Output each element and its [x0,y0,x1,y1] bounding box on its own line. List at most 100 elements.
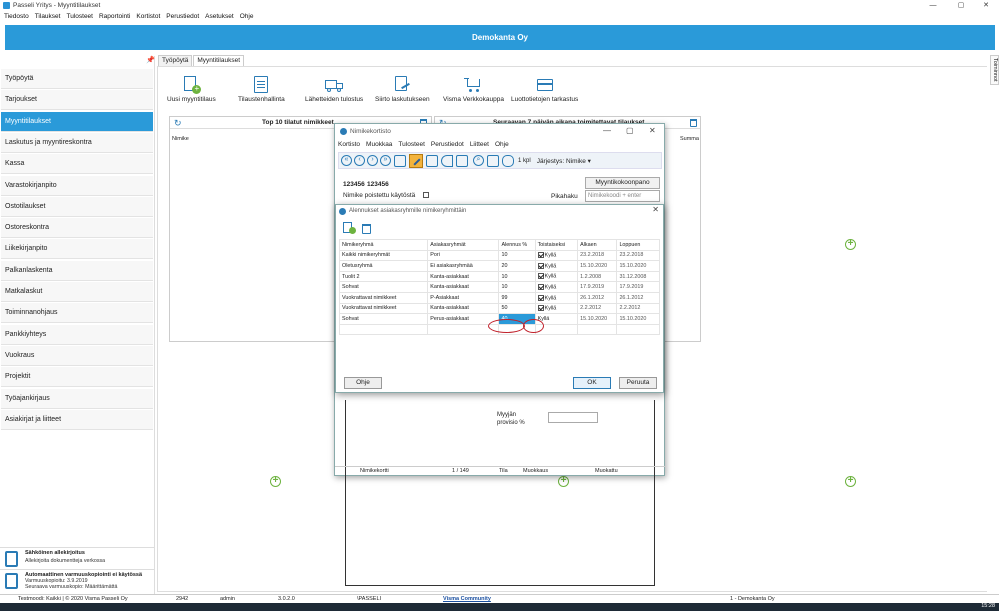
cell-end[interactable]: 15.10.2020 [616,313,660,325]
table-row[interactable]: Vuokrattavat nimikkeet Kanta-asiakkaat 50 K… [338,302,660,315]
minimize-button[interactable]: — [603,126,611,135]
cell-discount[interactable]: 20 [498,260,536,272]
menu-perustiedot[interactable]: Perustiedot [166,13,199,20]
sidebar-item[interactable]: Ostotilaukset [1,196,153,217]
webshop-button[interactable]: Visma Verkkokauppa [443,76,504,103]
sidebar-item[interactable]: Myyntitilaukset [1,111,153,132]
quicksearch-input[interactable]: Nimikekoodi + enter [585,190,660,202]
save-icon[interactable] [426,154,438,167]
sidebar-item[interactable]: Matkalaskut [1,282,153,302]
tab-tyopoyta[interactable]: Työpöytä [158,55,193,66]
column-header[interactable]: Nimikeryhmä [338,239,429,251]
previous-record-icon[interactable]: ‹ [354,155,365,166]
cell-end[interactable]: 2.2.2012 [616,302,660,315]
compose-button[interactable]: Myyntikokoonpano [585,177,660,189]
sidebar-item[interactable]: Projektit [1,367,153,388]
cell-start[interactable]: 17.9.2019 [577,281,618,293]
sidebar-item[interactable]: Palkanlaskenta [1,260,153,281]
menu-liitteet[interactable]: Liitteet [470,141,489,148]
cell-group[interactable]: Kaikki nimikeryhmät [338,249,429,262]
menu-raportointi[interactable]: Raportointi [99,13,130,20]
add-row-icon[interactable] [343,222,356,234]
backup-promo[interactable]: Automaattinen varmuuskopiointi ei käytös… [0,569,155,593]
cell-discount[interactable]: 50 [498,302,536,315]
cell-group[interactable]: Vuokrattavat nimikkeet [338,291,429,304]
print-deliveries-button[interactable]: Lähetteiden tulostus [305,76,363,103]
table-row[interactable]: Tuolit 2 Kanta-asiakkaat 10 Kyllä 1.2.2008 31… [338,270,660,283]
comment-icon[interactable] [487,154,499,167]
first-record-icon[interactable]: « [341,155,352,166]
cell-end[interactable]: 26.1.2012 [616,291,660,304]
empty-cell[interactable] [577,323,618,336]
menu-ohje[interactable]: Ohje [240,13,254,20]
undo-icon[interactable] [441,154,453,167]
attachment-icon[interactable] [502,154,514,167]
cell-discount[interactable]: 99 [498,291,536,304]
indefinite-cell[interactable]: Kyllä [534,281,579,293]
sidebar-item[interactable]: Pankkiyhteys [1,324,153,345]
add-widget-icon[interactable]: + [270,476,281,487]
cell-customer[interactable]: Kanta-asiakkaat [427,270,500,283]
e-signature-promo[interactable]: Sähköinen allekirjoitus Allekirjoita dok… [0,547,155,571]
sidebar-item[interactable]: Tarjoukset [1,90,153,111]
cell-group[interactable]: Sohvat [338,281,429,293]
pin-icon[interactable]: 📌 [146,56,155,64]
cell-start[interactable]: 23.2.2018 [577,249,618,262]
minimize-button[interactable]: — [922,0,944,11]
sidebar-item[interactable]: Liikekirjanpito [1,239,153,260]
side-tab-toiminnot[interactable]: Toiminnot [990,55,999,85]
cell-end[interactable]: 23.2.2018 [616,249,660,262]
cell-group[interactable]: Sohvat [338,313,429,325]
sidebar-item[interactable]: Toiminnanohjaus [1,303,153,324]
menu-tilaukset[interactable]: Tilaukset [35,13,61,20]
edit-icon[interactable] [409,153,423,168]
menu-tulosteet[interactable]: Tulosteet [66,13,93,20]
indefinite-checkbox[interactable] [537,252,544,259]
cell-discount[interactable]: 10 [498,281,536,293]
sidebar-item[interactable]: Työpöytä [1,69,153,89]
seller-commission-input[interactable] [548,412,598,423]
menu-muokkaa[interactable]: Muokkaa [366,141,392,148]
ok-button[interactable]: OK [573,377,611,389]
sidebar-item[interactable]: Kassa [1,154,153,175]
cell-start[interactable]: 15.10.2020 [577,260,618,272]
trash-icon[interactable] [690,119,697,127]
menu-kortisto[interactable]: Kortisto [338,141,360,148]
cancel-button[interactable]: Peruuta [619,377,657,389]
next-record-icon[interactable]: › [367,155,378,166]
new-order-button[interactable]: + Uusi myyntitilaus [167,76,216,103]
indefinite-checkbox[interactable] [537,262,544,269]
indefinite-checkbox[interactable] [537,305,544,312]
menu-tiedosto[interactable]: Tiedosto [4,13,29,20]
cell-group[interactable]: Oletusryhmä [338,260,429,272]
menu-ohje[interactable]: Ohje [495,141,509,148]
close-button[interactable]: ✕ [649,126,656,135]
order-management-button[interactable]: Tilaustenhallinta [238,76,285,103]
community-link[interactable]: Visma Community [443,596,491,602]
table-row[interactable]: Vuokrattavat nimikkeet P-Asiakkaat 99 Kyllä… [338,291,660,304]
add-widget-icon[interactable]: + [845,476,856,487]
refresh-icon[interactable]: ↻ [174,118,182,128]
cell-end[interactable]: 31.12.2008 [616,270,660,283]
column-header[interactable]: Loppuen [616,239,660,251]
column-header[interactable]: Asiakasryhmät [427,239,500,251]
column-header[interactable]: Alkaen [577,239,618,251]
tab-myyntitilaukset[interactable]: Myyntitilaukset [193,55,245,66]
cell-start[interactable]: 2.2.2012 [577,302,618,315]
sidebar-item[interactable]: Laskutus ja myyntireskontra [1,132,153,153]
close-button[interactable]: ✕ [975,0,997,11]
search-icon[interactable]: ⌕ [473,155,484,166]
credit-check-button[interactable]: Luottotietojen tarkastus [511,76,578,103]
empty-cell[interactable] [616,323,660,336]
cell-customer[interactable]: P-Asiakkaat [427,291,500,304]
transfer-to-invoicing-button[interactable]: Siirto laskutukseen [375,76,430,103]
cell-discount[interactable]: 10 [498,249,536,262]
maximize-button[interactable]: ▢ [950,0,972,11]
delete-icon[interactable] [456,154,468,167]
menu-kortistot[interactable]: Kortistot [136,13,160,20]
cell-customer[interactable]: Pori [427,249,500,262]
indefinite-cell[interactable]: Kyllä [534,302,579,315]
table-row[interactable]: Kaikki nimikeryhmät Pori 10 Kyllä 23.2.2018 2… [338,249,660,262]
sidebar-item[interactable]: Työajankirjaus [1,388,153,409]
cell-end[interactable]: 17.9.2019 [616,281,660,293]
